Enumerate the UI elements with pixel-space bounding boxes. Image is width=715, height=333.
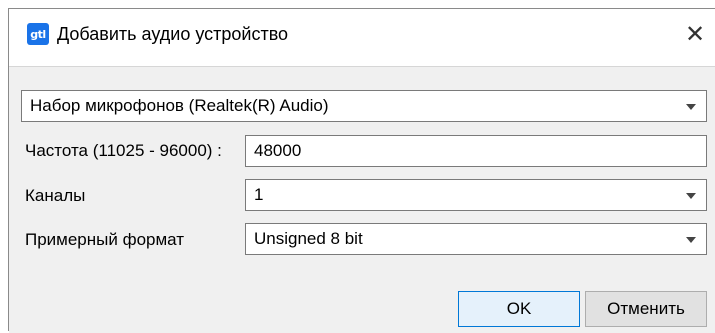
dialog-content: Набор микрофонов (Realtek(R) Audio) Част… xyxy=(9,66,715,333)
format-label: Примерный формат xyxy=(25,230,185,249)
add-audio-device-dialog: gtl Добавить аудио устройство ✕ Набор ми… xyxy=(8,8,715,333)
channels-label: Каналы xyxy=(25,186,86,205)
close-icon[interactable]: ✕ xyxy=(675,15,715,53)
device-select-value: Набор микрофонов (Realtek(R) Audio) xyxy=(30,96,329,115)
channels-select[interactable]: 1 xyxy=(245,179,707,211)
chevron-down-icon xyxy=(686,193,696,199)
title-bar: gtl Добавить аудио устройство ✕ xyxy=(9,9,715,59)
ok-button[interactable]: OK xyxy=(458,291,580,327)
channels-select-value: 1 xyxy=(254,185,264,204)
chevron-down-icon xyxy=(686,104,696,110)
format-select[interactable]: Unsigned 8 bit xyxy=(245,223,707,255)
frequency-label: Частота (11025 - 96000) : xyxy=(25,141,222,160)
chevron-down-icon xyxy=(686,237,696,243)
format-select-value: Unsigned 8 bit xyxy=(254,229,363,248)
device-select[interactable]: Набор микрофонов (Realtek(R) Audio) xyxy=(21,90,707,122)
app-logo-icon: gtl xyxy=(27,23,49,45)
dialog-title: Добавить аудио устройство xyxy=(57,24,289,44)
cancel-button[interactable]: Отменить xyxy=(585,291,707,327)
frequency-input[interactable]: 48000 xyxy=(245,135,707,167)
